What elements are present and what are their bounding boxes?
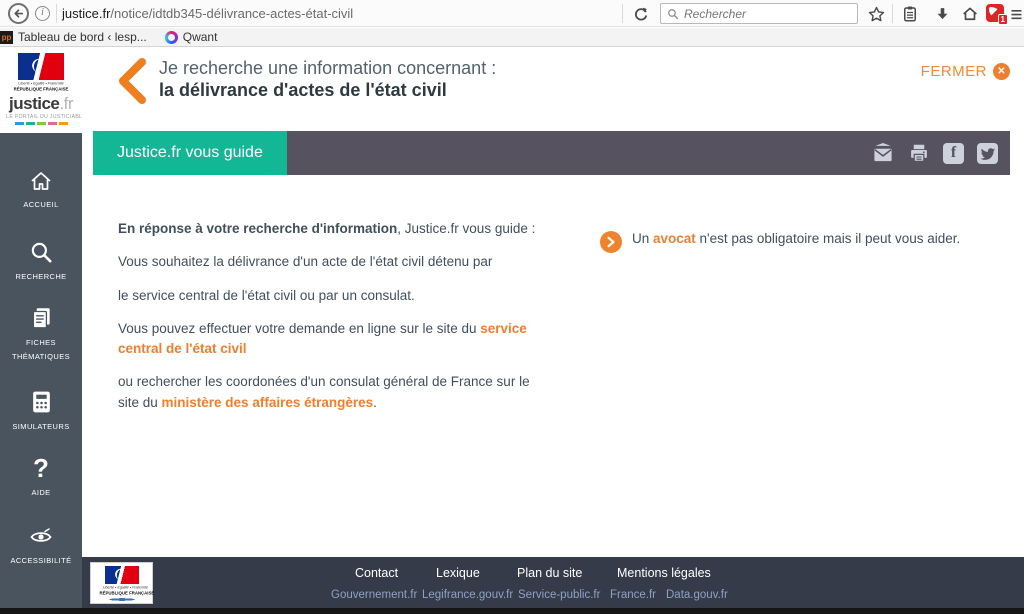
close-icon: ✕ <box>993 63 1010 80</box>
divider <box>892 4 893 23</box>
republic-motto: Liberté • Égalité • Fraternité <box>18 82 64 86</box>
sidebar-item-accueil[interactable]: ACCUEIL <box>0 169 82 212</box>
paragraph: ou rechercher les coordonées d'un consul… <box>118 374 530 410</box>
footer-link-mentions-legales[interactable]: Mentions légales <box>617 566 711 580</box>
arrow-right-icon <box>600 231 622 253</box>
screen-edge <box>0 608 1024 614</box>
facebook-share-button[interactable]: f <box>943 142 964 164</box>
documents-icon <box>32 308 50 329</box>
menu-button[interactable] <box>1006 4 1024 24</box>
email-share-button[interactable] <box>871 142 895 164</box>
twitter-icon <box>980 147 996 160</box>
search-icon <box>31 242 52 263</box>
search-icon <box>668 8 679 19</box>
close-notice-button[interactable]: FERMER ✕ <box>921 63 1010 80</box>
search-bar[interactable] <box>660 3 858 24</box>
divider <box>56 4 57 23</box>
swoosh-decoration <box>106 598 137 601</box>
brand-wordmark: justice.fr <box>9 94 73 113</box>
question-mark-icon: ? <box>33 453 49 483</box>
sidebar-item-accessibilite[interactable]: ACCESSIBILITÉ <box>0 525 82 568</box>
footer-link-france-fr[interactable]: France.fr <box>610 589 656 601</box>
link-avocat[interactable]: avocat <box>653 231 696 246</box>
guide-bar-label: Justice.fr vous guide <box>93 131 287 175</box>
footer-link-contact[interactable]: Contact <box>355 566 398 580</box>
downloads-button[interactable] <box>932 4 952 24</box>
clipboard-icon <box>904 6 916 22</box>
calculator-icon <box>32 391 50 413</box>
bookmarks-bar: pp Tableau de bord ‹ lesp... Qwant <box>0 28 1024 47</box>
qwant-favicon-icon <box>164 30 178 44</box>
home-icon <box>963 7 977 21</box>
bookmark-item-qwant[interactable]: Qwant <box>164 30 218 44</box>
brand-tagline: LE PORTAIL DU JUSTICIABLE <box>6 114 86 120</box>
dashboard-favicon-icon: pp <box>0 30 13 44</box>
republic-name: RÉPUBLIQUE FRANÇAISE <box>99 591 155 597</box>
home-button[interactable] <box>960 4 980 24</box>
sidebar: Liberté • Égalité • Fraternité RÉPUBLIQU… <box>0 47 86 614</box>
link-ministere-affaires-etrangeres[interactable]: ministère des affaires étrangères <box>162 395 374 410</box>
home-icon <box>31 172 51 190</box>
page-viewport: Liberté • Égalité • Fraternité RÉPUBLIQU… <box>0 47 1024 614</box>
bookmark-label: Qwant <box>182 30 218 44</box>
color-dashes <box>0 122 82 125</box>
footer: Liberté • Égalité • Fraternité RÉPUBLIQU… <box>82 557 1024 608</box>
guide-text: En réponse à votre recherche d'informati… <box>118 219 538 426</box>
footer-link-legifrance[interactable]: Legifrance.gouv.fr <box>422 589 513 601</box>
guide-bar: Justice.fr vous guide f <box>93 131 1010 175</box>
paragraph-intro: En réponse à votre recherche d'informati… <box>118 221 536 236</box>
back-chevron-button[interactable] <box>114 57 148 110</box>
download-icon <box>937 7 947 19</box>
url-domain: justice.fr <box>62 6 111 21</box>
republic-motto: Liberté • Égalité • Fraternité <box>102 586 149 590</box>
paragraph: Vous pouvez effectuer votre demande en l… <box>118 320 527 356</box>
back-arrow-icon <box>14 9 24 18</box>
url-bar[interactable]: justice.fr/notice/idtdb345-délivrance-ac… <box>62 6 353 21</box>
sidebar-item-recherche[interactable]: RECHERCHE <box>0 239 82 284</box>
facebook-icon: f <box>950 143 957 161</box>
footer-link-data-gouv[interactable]: Data.gouv.fr <box>666 589 728 601</box>
bookmark-star-button[interactable] <box>866 4 886 24</box>
page-title: la délivrance d'actes de l'état civil <box>159 80 447 100</box>
justice-logo[interactable]: Liberté • Égalité • Fraternité RÉPUBLIQU… <box>0 47 86 133</box>
browser-toolbar: i justice.fr/notice/idtdb345-délivrance-… <box>0 0 1024 27</box>
reload-icon <box>635 7 648 21</box>
site-info-icon[interactable]: i <box>35 6 50 21</box>
extension-button[interactable]: 1 <box>986 4 1008 25</box>
bookmark-item-dashboard[interactable]: pp Tableau de bord ‹ lesp... <box>0 30 147 44</box>
screen: i justice.fr/notice/idtdb345-délivrance-… <box>0 0 1024 614</box>
star-icon <box>868 6 884 21</box>
search-input[interactable] <box>684 6 851 21</box>
reload-button[interactable] <box>632 5 650 23</box>
republique-francaise-flag-icon <box>104 566 139 584</box>
divider <box>622 4 623 23</box>
page-header: Je recherche une information concernant … <box>82 47 1024 131</box>
republique-francaise-flag-icon <box>18 53 64 80</box>
paragraph: Vous souhaitez la délivrance d'un acte d… <box>118 254 493 270</box>
footer-link-service-public[interactable]: Service-public.fr <box>518 589 600 601</box>
chevron-left-icon <box>119 58 146 104</box>
paragraph: le service central de l'état civil ou pa… <box>118 287 415 303</box>
sidebar-item-simulateurs[interactable]: SIMULATEURS <box>0 389 82 434</box>
bookmark-label: Tableau de bord ‹ lesp... <box>18 30 147 44</box>
footer-link-plan-du-site[interactable]: Plan du site <box>517 566 582 580</box>
lawyer-tip-text: Un avocat n'est pas obligatoire mais il … <box>632 231 961 246</box>
bookmarks-menu-button[interactable] <box>900 4 920 24</box>
page-pretitle: Je recherche une information concernant … <box>159 58 497 78</box>
republic-name: RÉPUBLIQUE FRANÇAISE <box>13 87 69 93</box>
republique-francaise-logo: Liberté • Égalité • Fraternité RÉPUBLIQU… <box>90 562 155 604</box>
twitter-share-button[interactable] <box>977 142 998 164</box>
back-button[interactable] <box>8 3 29 24</box>
accessibility-eye-icon <box>30 528 52 542</box>
lawyer-tip: Un avocat n'est pas obligatoire mais il … <box>600 231 990 253</box>
footer-link-gouvernement[interactable]: Gouvernement.fr <box>331 589 417 601</box>
print-button[interactable] <box>908 143 930 164</box>
sidebar-item-aide[interactable]: ? AIDE <box>0 455 82 500</box>
footer-link-lexique[interactable]: Lexique <box>436 566 480 580</box>
hamburger-icon <box>1011 9 1021 19</box>
printer-icon <box>911 144 927 162</box>
url-path: /notice/idtdb345-délivrance-actes-état-c… <box>110 6 354 21</box>
envelope-icon <box>874 142 892 161</box>
sidebar-item-fiches-thematiques[interactable]: FICHES THÉMATIQUES <box>0 305 82 365</box>
